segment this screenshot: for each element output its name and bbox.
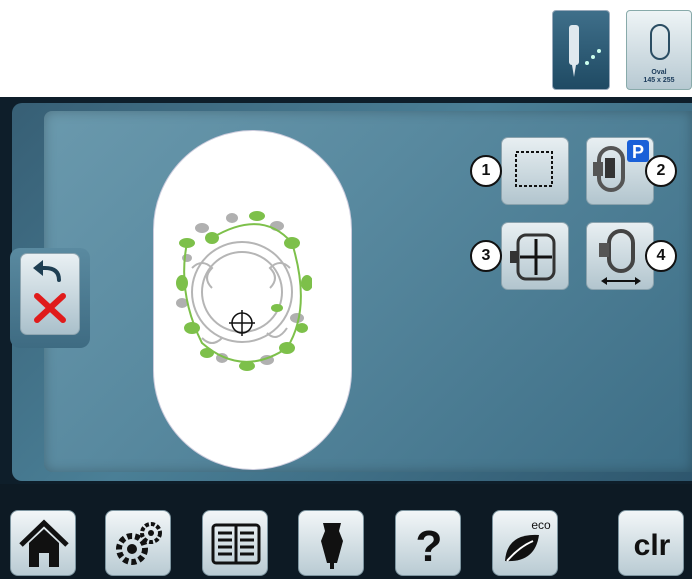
home-button[interactable]	[10, 510, 76, 576]
help-label: ?	[416, 522, 443, 571]
hoop-selection-icon[interactable]: Oval 145 x 255	[626, 10, 692, 90]
setup-button[interactable]	[105, 510, 171, 576]
home-icon	[19, 519, 69, 567]
check-size-button[interactable]	[501, 137, 569, 205]
eco-leaf-icon: eco	[505, 518, 551, 562]
book-icon	[211, 523, 261, 565]
hoop-label-name: Oval	[651, 69, 667, 76]
eco-label: eco	[531, 518, 551, 532]
needle-position-icon[interactable]	[552, 10, 610, 90]
tutorial-button[interactable]	[202, 510, 268, 576]
gears-icon	[116, 522, 162, 565]
embroidery-design-wreath[interactable]	[172, 208, 312, 373]
hoop-label-size: 145 x 255	[643, 77, 675, 84]
move-to-center-button[interactable]	[501, 222, 569, 290]
svg-text:P: P	[632, 142, 644, 162]
clr-label: clr	[634, 529, 671, 562]
help-button[interactable]: ?	[395, 510, 461, 576]
park-hoop-button[interactable]: P	[586, 137, 654, 205]
cancel-undo-button[interactable]	[20, 253, 80, 335]
callout-2: 2	[645, 155, 677, 187]
dress-form-icon	[321, 523, 343, 569]
eco-button[interactable]: eco	[492, 510, 558, 576]
callout-3: 3	[470, 240, 502, 272]
callout-1: 1	[470, 155, 502, 187]
move-hoop-sideways-button[interactable]	[586, 222, 654, 290]
creative-consultant-button[interactable]	[298, 510, 364, 576]
clear-button[interactable]: clr	[618, 510, 684, 576]
callout-4: 4	[645, 240, 677, 272]
